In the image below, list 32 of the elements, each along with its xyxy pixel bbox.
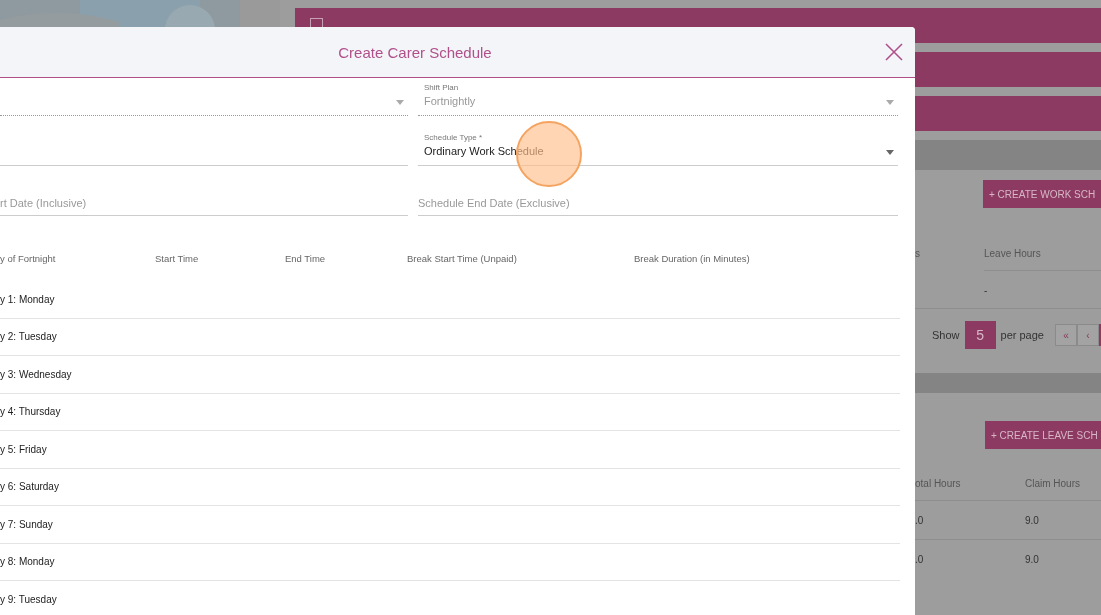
- page-size-field[interactable]: 5: [964, 321, 996, 349]
- table-cell: y 3: Wednesday: [0, 368, 72, 380]
- table-cell: y 2: Tuesday: [0, 331, 57, 343]
- column-header: Break Duration (in Minutes): [634, 252, 751, 264]
- select-field[interactable]: Schedule Type * Ordinary Work Schedule: [418, 116, 898, 166]
- page-button[interactable]: «: [1054, 324, 1077, 346]
- date-field[interactable]: Schedule End Date (Exclusive): [418, 166, 898, 216]
- table-cell: 9.0: [1025, 500, 1101, 539]
- table-cell: y 9: Tuesday: [0, 593, 57, 605]
- table-cell: y 7: Sunday: [0, 518, 53, 530]
- column-header: otal Hours: [915, 476, 962, 491]
- column-header: y of Fortnight: [0, 252, 57, 264]
- show-label: Show: [932, 329, 960, 341]
- column-header: Start Time: [155, 252, 200, 264]
- per-page-label: per page: [1000, 329, 1044, 341]
- table-cell: -: [984, 270, 1101, 309]
- table-cell: y 6: Saturday: [0, 481, 59, 493]
- column-header: Claim Hours: [1025, 476, 1081, 491]
- create-leave-schedule-button[interactable]: + CREATE LEAVE SCH: [985, 421, 1101, 449]
- dialog-title: Create Carer Schedule: [338, 43, 492, 61]
- column-header: Leave Hours: [984, 246, 1042, 261]
- table-cell: y 8: Monday: [0, 556, 55, 568]
- table-cell: y 4: Thursday: [0, 406, 61, 418]
- date-field[interactable]: rt Date (Inclusive): [0, 166, 408, 216]
- page-button[interactable]: ‹: [1076, 324, 1099, 346]
- create-work-schedule-button[interactable]: + CREATE WORK SCH: [983, 180, 1101, 208]
- table-cell: y 5: Friday: [0, 443, 47, 455]
- column-header: Break Start Time (Unpaid): [407, 252, 518, 264]
- column-header: End Time: [285, 252, 327, 264]
- table-cell: y 1: Monday: [0, 293, 55, 305]
- table-cell: 9.0: [1025, 539, 1101, 578]
- column-header: s: [915, 246, 921, 261]
